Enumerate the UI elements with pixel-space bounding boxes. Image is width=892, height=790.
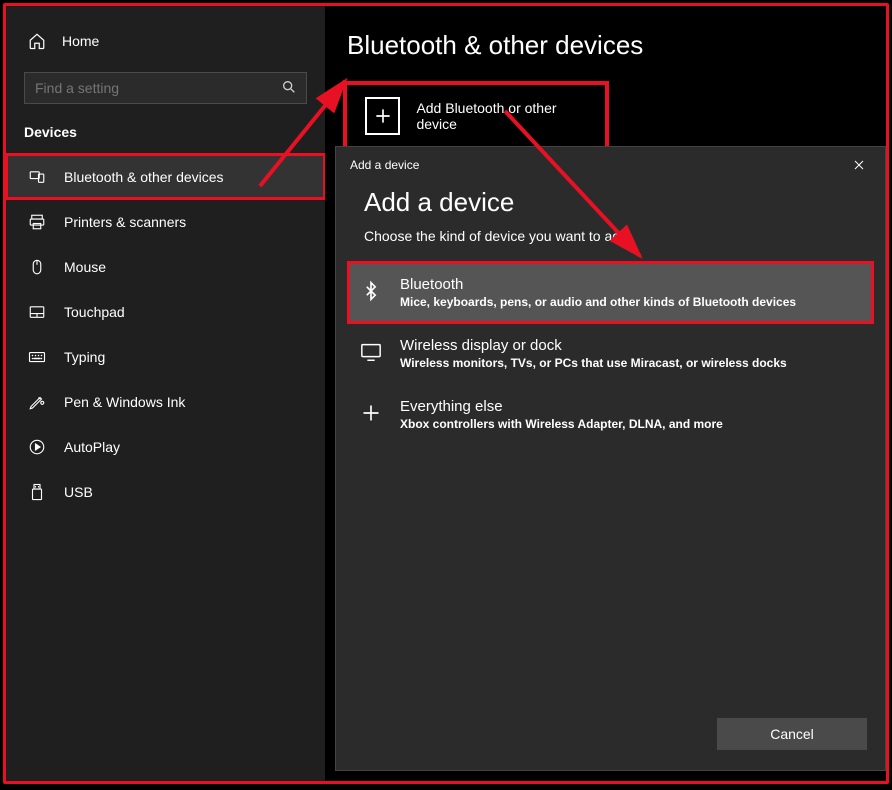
page-title: Bluetooth & other devices bbox=[347, 30, 862, 61]
main-content: Bluetooth & other devices Add Bluetooth … bbox=[325, 6, 886, 781]
sidebar-item-bluetooth-devices[interactable]: Bluetooth & other devices bbox=[6, 154, 325, 199]
option-title: Wireless display or dock bbox=[400, 337, 787, 354]
dialog-titlebar-text: Add a device bbox=[350, 158, 419, 172]
settings-sidebar: Home Devices Bluetooth & other devices P… bbox=[6, 6, 325, 781]
plus-icon bbox=[365, 97, 400, 135]
sidebar-item-typing[interactable]: Typing bbox=[6, 334, 325, 379]
device-option-wireless-display[interactable]: Wireless display or dock Wireless monito… bbox=[336, 323, 885, 384]
pen-icon bbox=[28, 393, 46, 411]
add-device-label: Add Bluetooth or other device bbox=[416, 100, 587, 132]
sidebar-item-printers[interactable]: Printers & scanners bbox=[6, 199, 325, 244]
device-option-everything-else[interactable]: Everything else Xbox controllers with Wi… bbox=[336, 384, 885, 445]
plus-icon bbox=[360, 402, 382, 424]
sidebar-item-autoplay[interactable]: AutoPlay bbox=[6, 424, 325, 469]
option-desc: Wireless monitors, TVs, or PCs that use … bbox=[400, 356, 787, 370]
section-title: Devices bbox=[6, 124, 325, 154]
autoplay-icon bbox=[28, 438, 46, 456]
sidebar-item-label: Mouse bbox=[64, 259, 106, 275]
sidebar-item-pen[interactable]: Pen & Windows Ink bbox=[6, 379, 325, 424]
sidebar-item-label: Typing bbox=[64, 349, 105, 365]
bluetooth-devices-icon bbox=[28, 168, 46, 186]
dialog-titlebar: Add a device bbox=[336, 147, 885, 183]
keyboard-icon bbox=[28, 348, 46, 366]
sidebar-item-usb[interactable]: USB bbox=[6, 469, 325, 514]
search-wrap bbox=[24, 72, 307, 104]
cancel-button[interactable]: Cancel bbox=[717, 718, 867, 750]
home-nav[interactable]: Home bbox=[6, 24, 325, 58]
search-icon bbox=[281, 79, 297, 95]
close-icon[interactable] bbox=[847, 153, 871, 177]
add-device-dialog: Add a device Add a device Choose the kin… bbox=[335, 146, 886, 771]
sidebar-item-touchpad[interactable]: Touchpad bbox=[6, 289, 325, 334]
option-desc: Xbox controllers with Wireless Adapter, … bbox=[400, 417, 723, 431]
display-icon bbox=[360, 341, 382, 363]
option-title: Bluetooth bbox=[400, 276, 796, 293]
device-option-bluetooth[interactable]: Bluetooth Mice, keyboards, pens, or audi… bbox=[348, 262, 873, 323]
add-device-button[interactable]: Add Bluetooth or other device bbox=[347, 85, 605, 147]
dialog-heading: Add a device bbox=[364, 187, 857, 218]
search-input[interactable] bbox=[24, 72, 307, 104]
sidebar-item-label: USB bbox=[64, 484, 93, 500]
home-icon bbox=[28, 32, 46, 50]
sidebar-item-label: AutoPlay bbox=[64, 439, 120, 455]
home-label: Home bbox=[62, 33, 99, 49]
usb-icon bbox=[28, 483, 46, 501]
sidebar-item-mouse[interactable]: Mouse bbox=[6, 244, 325, 289]
option-desc: Mice, keyboards, pens, or audio and othe… bbox=[400, 295, 796, 309]
dialog-subtitle: Choose the kind of device you want to ad… bbox=[364, 228, 857, 244]
sidebar-item-label: Touchpad bbox=[64, 304, 125, 320]
touchpad-icon bbox=[28, 303, 46, 321]
sidebar-item-label: Pen & Windows Ink bbox=[64, 394, 185, 410]
sidebar-item-label: Printers & scanners bbox=[64, 214, 186, 230]
printer-icon bbox=[28, 213, 46, 231]
sidebar-item-label: Bluetooth & other devices bbox=[64, 169, 224, 185]
mouse-icon bbox=[28, 258, 46, 276]
bluetooth-icon bbox=[360, 280, 382, 302]
option-title: Everything else bbox=[400, 398, 723, 415]
